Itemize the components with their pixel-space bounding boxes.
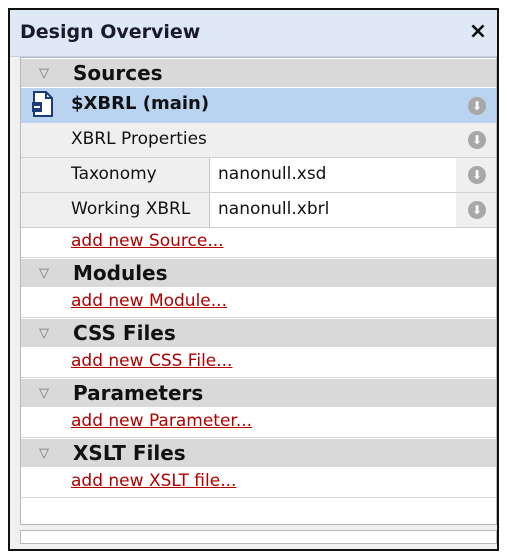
taxonomy-key: Taxonomy [71,164,157,184]
arrow-down-icon[interactable]: ⬇ [468,201,486,219]
add-new-parameter-link[interactable]: add new Parameter... [71,411,252,431]
panel-title: Design Overview [20,21,201,43]
add-new-module-link[interactable]: add new Module... [71,291,227,311]
arrow-down-icon[interactable]: ⬇ [468,131,486,149]
add-new-source-link[interactable]: add new Source... [71,231,224,251]
section-label: XSLT Files [73,441,186,465]
section-modules[interactable]: ▽ Modules [21,258,496,288]
collapse-toggle-icon[interactable]: ▽ [37,447,51,461]
xml-document-icon [32,91,53,117]
working-xbrl-key: Working XBRL [71,199,191,219]
working-xbrl-value-field[interactable]: nanonull.xbrl [209,193,456,227]
working-xbrl-row: Working XBRL nanonull.xbrl ⬇ [21,193,496,228]
panel-title-bar: Design Overview × [10,10,497,57]
add-source-row: add new Source... [21,228,496,258]
collapse-toggle-icon[interactable]: ▽ [37,67,51,81]
section-sources[interactable]: ▽ Sources [21,58,496,88]
xbrl-properties-row[interactable]: XBRL Properties ⬇ [21,123,496,158]
source-main-label: $XBRL (main) [71,93,210,114]
add-parameter-row: add new Parameter... [21,408,496,438]
working-xbrl-value: nanonull.xbrl [218,199,330,219]
arrow-down-icon[interactable]: ⬇ [468,97,486,115]
add-new-css-file-link[interactable]: add new CSS File... [71,351,232,371]
arrow-down-icon[interactable]: ⬇ [468,166,486,184]
section-xslt-files[interactable]: ▽ XSLT Files [21,438,496,468]
section-css-files[interactable]: ▽ CSS Files [21,318,496,348]
collapse-toggle-icon[interactable]: ▽ [37,267,51,281]
add-xslt-row: add new XSLT file... [21,468,496,498]
collapse-toggle-icon[interactable]: ▽ [37,327,51,341]
add-new-xslt-file-link[interactable]: add new XSLT file... [71,471,236,491]
close-icon[interactable]: × [465,19,491,45]
section-label: Modules [73,261,168,285]
design-overview-panel: Design Overview × ▽ Sources $XBRL (main)… [8,8,499,551]
xbrl-properties-label: XBRL Properties [71,129,207,149]
collapse-toggle-icon[interactable]: ▽ [37,387,51,401]
add-module-row: add new Module... [21,288,496,318]
section-label: Sources [73,61,163,85]
taxonomy-value-field[interactable]: nanonull.xsd [209,158,456,192]
source-xbrl-main[interactable]: $XBRL (main) ⬇ [21,88,496,123]
panel-footer [20,530,497,544]
add-css-row: add new CSS File... [21,348,496,378]
section-label: CSS Files [73,321,176,345]
taxonomy-row: Taxonomy nanonull.xsd ⬇ [21,158,496,193]
section-parameters[interactable]: ▽ Parameters [21,378,496,408]
section-label: Parameters [73,381,204,405]
overview-tree: ▽ Sources $XBRL (main) ⬇ XBRL Properties… [20,57,497,525]
taxonomy-value: nanonull.xsd [218,164,327,184]
